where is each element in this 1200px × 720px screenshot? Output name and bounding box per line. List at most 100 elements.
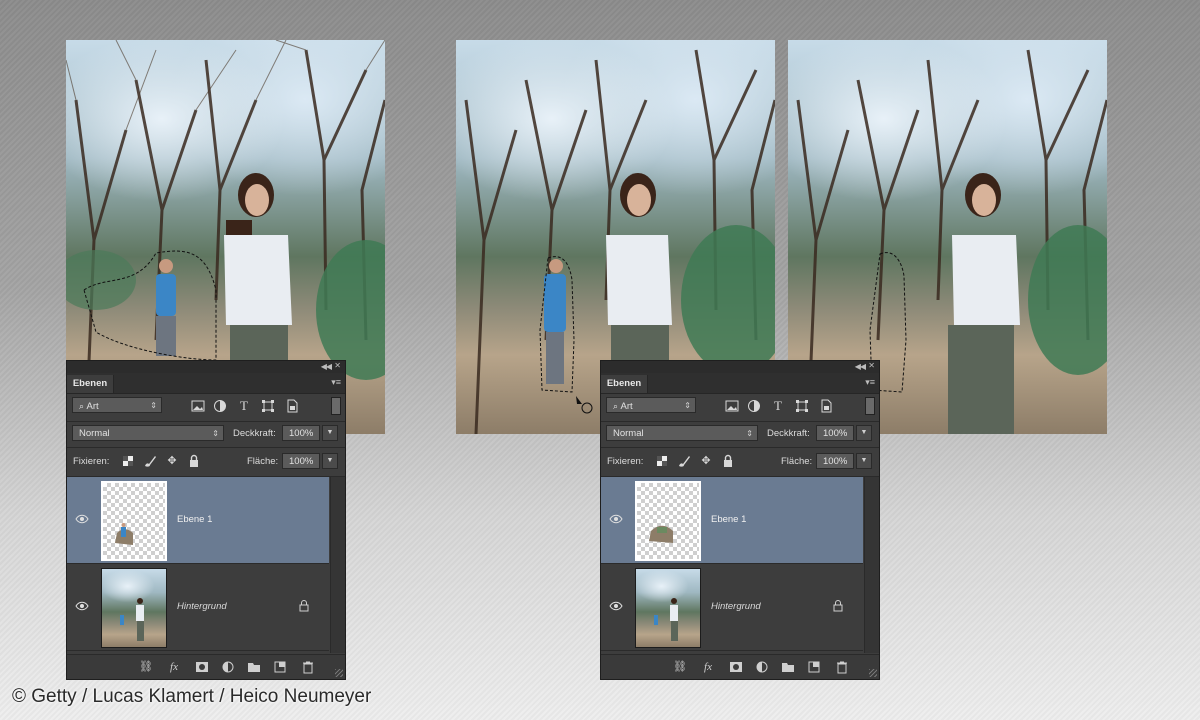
fill-dropdown-button[interactable]: ▼: [856, 453, 872, 469]
search-icon: ⌕: [613, 401, 621, 411]
trash-icon[interactable]: [301, 660, 315, 674]
filter-kind-value: Art: [86, 401, 99, 412]
padlock-icon: [299, 600, 309, 612]
layer-name[interactable]: Hintergrund: [711, 601, 761, 612]
panel-title-bar[interactable]: ◀◀ ✕: [601, 361, 879, 373]
layer-name[interactable]: Ebene 1: [177, 514, 212, 525]
panel-menu-icon[interactable]: ▾≡: [865, 377, 875, 388]
resize-grip-icon[interactable]: [869, 669, 877, 677]
new-layer-icon[interactable]: [807, 660, 821, 674]
eye-icon[interactable]: [75, 600, 89, 612]
blend-mode-value: Normal: [613, 428, 644, 439]
filter-kind-value: Art: [620, 401, 633, 412]
collapse-icon[interactable]: ◀◀: [855, 362, 866, 371]
layers-scrollbar[interactable]: [864, 477, 879, 653]
half-circle-icon[interactable]: [755, 660, 769, 674]
layer-thumbnail[interactable]: [635, 481, 701, 561]
adjustment-icon[interactable]: [747, 399, 761, 413]
filter-toggle[interactable]: [331, 397, 341, 415]
folder-icon[interactable]: [247, 660, 261, 674]
blend-mode-value: Normal: [79, 428, 110, 439]
smart-object-icon[interactable]: [285, 399, 299, 413]
link-icon[interactable]: ⛓: [139, 660, 153, 674]
opacity-input[interactable]: 100%: [282, 425, 320, 441]
tab-layers[interactable]: Ebenen: [67, 375, 114, 393]
layer-thumbnail[interactable]: [101, 481, 167, 561]
eye-icon[interactable]: [75, 513, 89, 525]
trash-icon[interactable]: [835, 660, 849, 674]
layer-row-ebene-1[interactable]: Ebene 1: [601, 477, 863, 564]
new-layer-icon[interactable]: [273, 660, 287, 674]
shape-icon[interactable]: [261, 399, 275, 413]
move-lock-icon[interactable]: ✥: [699, 454, 713, 468]
close-icon[interactable]: ✕: [868, 361, 875, 370]
panel-tab-row: Ebenen ▾≡: [601, 373, 879, 394]
brush-lock-icon[interactable]: [143, 454, 157, 468]
panel-title-bar[interactable]: ◀◀ ✕: [67, 361, 345, 373]
fill-input[interactable]: 100%: [816, 453, 854, 469]
opacity-dropdown-button[interactable]: ▼: [322, 425, 338, 441]
layer-row-hintergrund[interactable]: Hintergrund: [601, 564, 863, 651]
resize-grip-icon[interactable]: [335, 669, 343, 677]
layer-thumbnail[interactable]: [635, 568, 701, 648]
eye-icon[interactable]: [609, 513, 623, 525]
adjustment-icon[interactable]: [213, 399, 227, 413]
fill-input[interactable]: 100%: [282, 453, 320, 469]
blend-mode-select[interactable]: Normal ⇕: [72, 425, 224, 441]
chevron-updown-icon: ⇕: [150, 401, 157, 410]
move-lock-icon[interactable]: ✥: [165, 454, 179, 468]
chevron-updown-icon: ⇕: [746, 429, 753, 438]
opacity-label: Deckkraft:: [233, 428, 276, 439]
folder-icon[interactable]: [781, 660, 795, 674]
padlock-icon: [833, 600, 843, 612]
type-icon[interactable]: T: [237, 399, 251, 413]
close-icon[interactable]: ✕: [334, 361, 341, 370]
chevron-updown-icon: ⇕: [684, 401, 691, 410]
thumbnail-content: [654, 598, 678, 641]
filter-toggle[interactable]: [865, 397, 875, 415]
mask-icon[interactable]: [195, 660, 209, 674]
search-icon: ⌕: [79, 401, 87, 411]
blend-mode-select[interactable]: Normal ⇕: [606, 425, 758, 441]
checkerboard-lock-icon[interactable]: [655, 454, 669, 468]
smart-object-icon[interactable]: [819, 399, 833, 413]
layers-panel: ◀◀ ✕ Ebenen ▾≡ ⌕ Art ⇕ T Normal ⇕ Deckkr…: [600, 360, 880, 680]
padlock-icon[interactable]: [721, 454, 735, 468]
thumbnail-content: [115, 523, 133, 545]
lock-label: Fixieren:: [607, 456, 644, 467]
layer-filter-kind[interactable]: ⌕ Art ⇕: [72, 397, 162, 413]
layer-filter-kind[interactable]: ⌕ Art ⇕: [606, 397, 696, 413]
fx-icon[interactable]: fx: [167, 660, 181, 674]
tab-layers[interactable]: Ebenen: [601, 375, 648, 393]
checkerboard-lock-icon[interactable]: [121, 454, 135, 468]
opacity-input[interactable]: 100%: [816, 425, 854, 441]
padlock-icon[interactable]: [187, 454, 201, 468]
half-circle-icon[interactable]: [221, 660, 235, 674]
type-icon[interactable]: T: [771, 399, 785, 413]
shape-icon[interactable]: [795, 399, 809, 413]
layer-name[interactable]: Ebene 1: [711, 514, 746, 525]
panel-menu-icon[interactable]: ▾≡: [331, 377, 341, 388]
link-icon[interactable]: ⛓: [673, 660, 687, 674]
mask-icon[interactable]: [729, 660, 743, 674]
image-icon[interactable]: [191, 399, 205, 413]
layer-row-hintergrund[interactable]: Hintergrund: [67, 564, 329, 651]
opacity-dropdown-button[interactable]: ▼: [856, 425, 872, 441]
layer-name[interactable]: Hintergrund: [177, 601, 227, 612]
brush-lock-icon[interactable]: [677, 454, 691, 468]
fill-dropdown-button[interactable]: ▼: [322, 453, 338, 469]
layers-scrollbar[interactable]: [330, 477, 345, 653]
opacity-label: Deckkraft:: [767, 428, 810, 439]
thumbnail-content: [649, 525, 673, 543]
fx-icon[interactable]: fx: [701, 660, 715, 674]
eye-icon[interactable]: [609, 600, 623, 612]
thumbnail-content: [120, 598, 144, 641]
layer-row-ebene-1[interactable]: Ebene 1: [67, 477, 329, 564]
collapse-icon[interactable]: ◀◀: [321, 362, 332, 371]
layers-toolbar: ⛓ fx: [601, 654, 879, 679]
layer-thumbnail[interactable]: [101, 568, 167, 648]
lock-label: Fixieren:: [73, 456, 110, 467]
panel-tab-row: Ebenen ▾≡: [67, 373, 345, 394]
image-icon[interactable]: [725, 399, 739, 413]
fill-label: Fläche:: [247, 456, 279, 467]
